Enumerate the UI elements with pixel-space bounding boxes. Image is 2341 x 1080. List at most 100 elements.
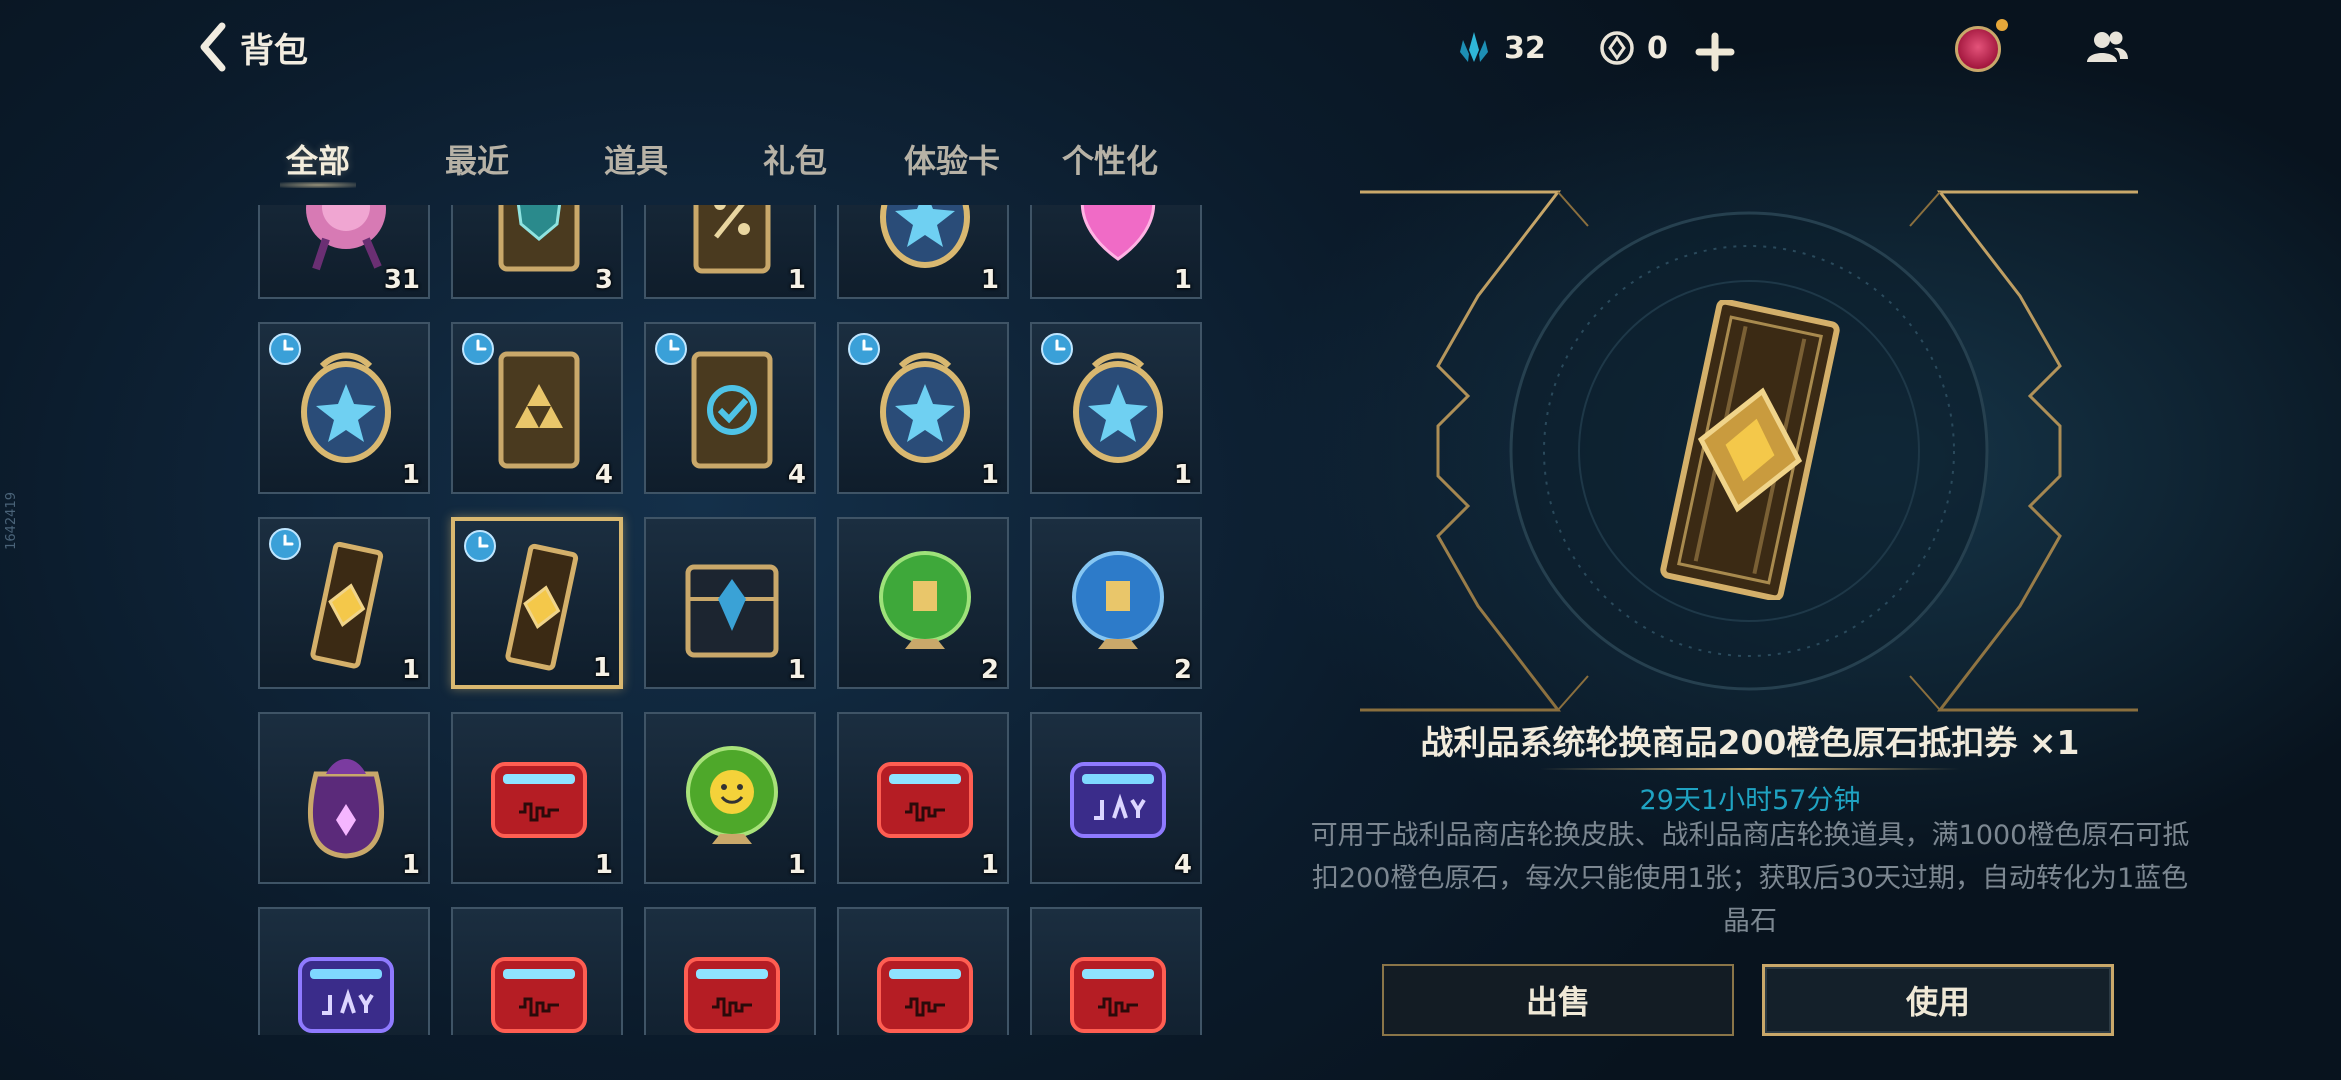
inventory-slot[interactable] <box>837 907 1009 1035</box>
triforce-card-icon <box>498 351 580 469</box>
jay-music-box-icon <box>298 957 394 1033</box>
inventory-slot[interactable]: 1 <box>258 517 430 689</box>
item-quantity: 1 <box>594 850 613 880</box>
inventory-grid: 31 3 1 1 1 1 4 4 1 1 1 1 1 2 2 1 1 1 1 4 <box>258 205 1208 1035</box>
star-capsule-icon <box>1073 352 1163 463</box>
item-quantity: 1 <box>787 265 806 295</box>
inventory-slot[interactable]: 2 <box>837 517 1009 689</box>
clock-icon <box>1040 332 1074 366</box>
inventory-slot[interactable]: 31 <box>258 205 430 299</box>
tab-bundles[interactable]: 礼包 <box>763 136 827 182</box>
use-button[interactable]: 使用 <box>1762 964 2114 1036</box>
pink-heart-icon <box>1080 205 1156 261</box>
tab-all[interactable]: 全部 <box>279 136 357 188</box>
gold-ticket-icon <box>310 541 384 669</box>
inventory-slot[interactable]: 1 <box>1030 205 1202 299</box>
page-title: 背包 <box>240 30 308 71</box>
item-quantity: 1 <box>980 850 999 880</box>
red-music-box-icon <box>1070 957 1166 1033</box>
item-quantity: 2 <box>1173 655 1192 685</box>
inventory-slot[interactable]: 1 <box>837 712 1009 884</box>
friends-icon[interactable] <box>2084 28 2130 68</box>
avatar[interactable] <box>1955 19 2008 72</box>
shield-card-icon <box>498 205 580 272</box>
notification-dot <box>1996 19 2008 31</box>
smiley-orb-icon <box>686 746 778 844</box>
red-music-box-icon <box>491 957 587 1033</box>
inventory-slot[interactable]: 1 <box>258 322 430 494</box>
inventory-slot[interactable]: 4 <box>451 322 623 494</box>
star-capsule-icon <box>301 352 391 463</box>
red-music-box-icon <box>877 762 973 838</box>
item-name: 战利品系统轮换商品200橙色原石抵扣券 ×1 <box>1420 723 2080 762</box>
item-quantity: 1 <box>1173 265 1192 295</box>
inventory-slot[interactable] <box>644 907 816 1035</box>
clock-icon <box>268 332 302 366</box>
gold-ticket-icon <box>505 543 579 671</box>
item-name-divider <box>1540 768 1960 770</box>
green-orb-emote-icon <box>879 551 971 649</box>
item-quantity: 4 <box>594 460 613 490</box>
tab-personalize[interactable]: 个性化 <box>1062 136 1158 182</box>
sell-button[interactable]: 出售 <box>1382 964 1734 1036</box>
clock-icon <box>268 527 302 561</box>
inventory-slot[interactable] <box>1030 907 1202 1035</box>
inventory-slot[interactable]: 1 <box>258 712 430 884</box>
item-quantity: 1 <box>980 265 999 295</box>
item-quantity: 1 <box>401 850 420 880</box>
inventory-slot[interactable]: 1 <box>451 712 623 884</box>
side-id-label: 1642419 <box>4 492 19 550</box>
item-quantity: 2 <box>980 655 999 685</box>
orange-essence-icon <box>1600 31 1634 65</box>
blue-essence-value: 32 <box>1504 30 1546 66</box>
item-time-left: 29天1小时57分钟 <box>1639 785 1861 816</box>
tab-items[interactable]: 道具 <box>604 136 668 182</box>
discount-coupon-icon <box>693 205 771 274</box>
item-quantity: 4 <box>787 460 806 490</box>
orange-essence-value: 0 <box>1647 30 1668 66</box>
clock-icon <box>463 529 497 563</box>
red-music-box-icon <box>491 762 587 838</box>
add-currency-button[interactable] <box>1693 30 1737 74</box>
inventory-slot[interactable]: 4 <box>1030 712 1202 884</box>
inventory-slot[interactable]: 1 <box>1030 322 1202 494</box>
inventory-slot[interactable] <box>258 907 430 1035</box>
item-quantity: 31 <box>383 265 420 295</box>
star-capsule-icon <box>880 205 970 268</box>
inventory-slot[interactable]: 4 <box>644 322 816 494</box>
refresh-card-icon <box>691 351 773 469</box>
inventory-slot[interactable]: 1 <box>451 517 623 689</box>
jay-music-box-icon <box>1070 762 1166 838</box>
inventory-slot[interactable]: 1 <box>644 205 816 299</box>
purple-pouch-icon <box>307 759 385 859</box>
hextech-chest-icon <box>685 564 779 658</box>
clock-icon <box>847 332 881 366</box>
tab-trial-cards[interactable]: 体验卡 <box>904 136 1000 182</box>
inventory-slot[interactable]: 3 <box>451 205 623 299</box>
inventory-slot[interactable]: 1 <box>644 517 816 689</box>
blue-essence-icon <box>1460 32 1488 62</box>
inventory-slot[interactable]: 1 <box>837 205 1009 299</box>
inventory-slot[interactable]: 2 <box>1030 517 1202 689</box>
star-capsule-icon <box>880 352 970 463</box>
tab-recent[interactable]: 最近 <box>445 136 509 182</box>
clock-icon <box>654 332 688 366</box>
item-quantity: 1 <box>787 655 806 685</box>
item-quantity: 1 <box>980 460 999 490</box>
item-quantity: 1 <box>401 655 420 685</box>
item-quantity: 1 <box>592 653 611 683</box>
back-button[interactable]: 背包 <box>196 20 308 74</box>
item-quantity: 1 <box>1173 460 1192 490</box>
category-tabs: 全部 最近 道具 礼包 体验卡 个性化 <box>256 136 1176 188</box>
blue-orb-emote-icon <box>1072 551 1164 649</box>
clock-icon <box>461 332 495 366</box>
item-quantity: 1 <box>787 850 806 880</box>
red-music-box-icon <box>877 957 973 1033</box>
chevron-left-icon <box>200 22 226 72</box>
inventory-slot[interactable]: 1 <box>837 322 1009 494</box>
inventory-slot[interactable] <box>451 907 623 1035</box>
red-music-box-icon <box>684 957 780 1033</box>
blue-essence-counter: 32 <box>1454 28 1546 68</box>
inventory-slot[interactable]: 1 <box>644 712 816 884</box>
item-quantity: 3 <box>594 265 613 295</box>
